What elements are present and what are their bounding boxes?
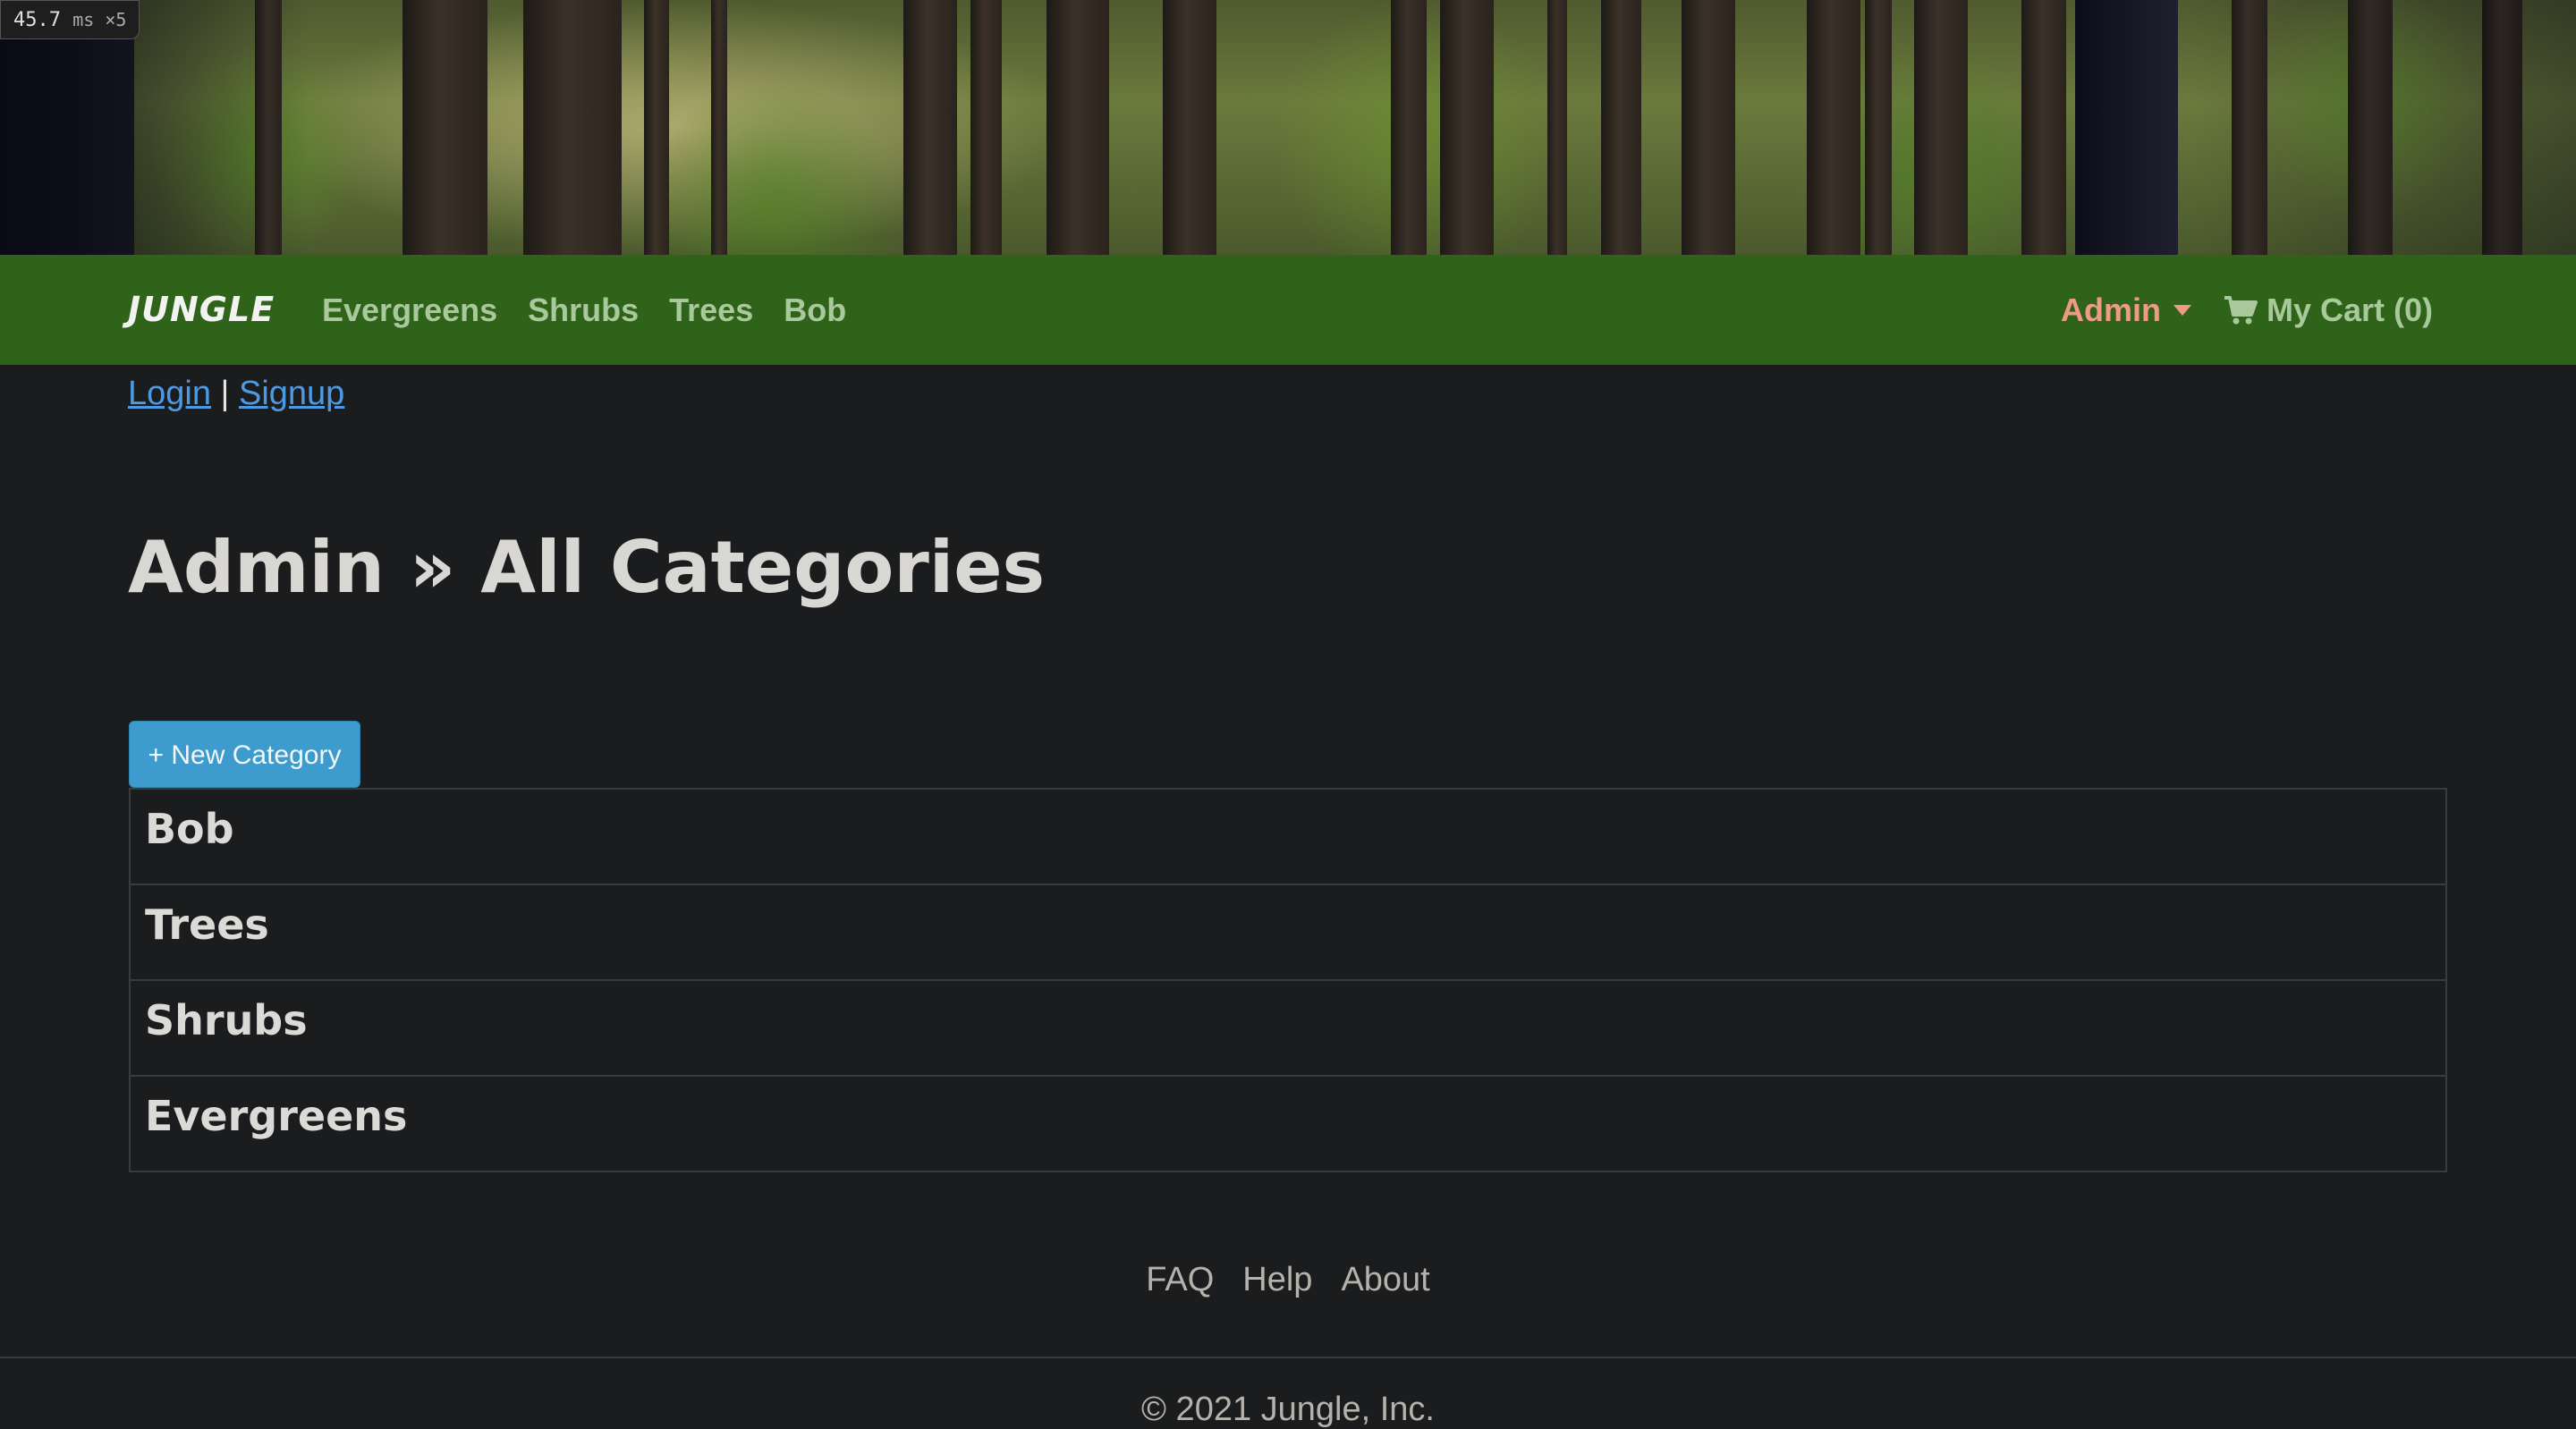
footer-link-about[interactable]: About	[1341, 1261, 1429, 1299]
footer-link-help[interactable]: Help	[1242, 1261, 1312, 1299]
signup-link[interactable]: Signup	[239, 375, 344, 412]
login-link[interactable]: Login	[128, 375, 211, 412]
copyright-text: © 2021 Jungle, Inc.	[1141, 1391, 1435, 1428]
performance-readout: 45.7 ms ×5	[0, 0, 140, 39]
my-cart-link[interactable]: My Cart (0)	[2224, 292, 2433, 329]
shopping-cart-icon	[2224, 295, 2258, 324]
new-category-button[interactable]: + New Category	[129, 721, 360, 788]
nav-link-bob[interactable]: Bob	[784, 255, 846, 365]
table-row: Shrubs	[131, 979, 2445, 1075]
nav-link-shrubs[interactable]: Shrubs	[528, 255, 639, 365]
perf-unit: ms ×5	[72, 9, 127, 30]
my-cart-label: My Cart (0)	[2266, 291, 2433, 328]
brand-logo-link[interactable]: JUNGLE	[128, 255, 275, 365]
category-name-trees[interactable]: Trees	[145, 901, 269, 949]
nav-link-evergreens[interactable]: Evergreens	[322, 255, 497, 365]
caret-down-icon	[2173, 304, 2191, 316]
admin-dropdown[interactable]: Admin	[2061, 292, 2191, 329]
table-row: Bob	[131, 790, 2445, 884]
category-name-shrubs[interactable]: Shrubs	[145, 996, 308, 1044]
nav-right-group: Admin My Cart (0)	[2061, 255, 2433, 365]
table-row: Evergreens	[131, 1075, 2445, 1171]
category-name-evergreens[interactable]: Evergreens	[145, 1092, 407, 1140]
category-nav: Evergreens Shrubs Trees Bob	[322, 255, 846, 365]
category-name-bob[interactable]: Bob	[145, 805, 234, 853]
footer-link-faq[interactable]: FAQ	[1146, 1261, 1214, 1299]
admin-dropdown-label: Admin	[2060, 291, 2161, 328]
auth-links: Login | Signup	[128, 367, 344, 420]
perf-value: 45.7	[13, 9, 61, 31]
auth-separator: |	[220, 375, 230, 412]
nav-link-trees[interactable]: Trees	[669, 255, 753, 365]
categories-table: Bob Trees Shrubs Evergreens	[129, 788, 2447, 1172]
footer-links: FAQ Help About	[0, 1261, 2576, 1299]
footer-divider	[0, 1357, 2576, 1358]
top-navbar: JUNGLE Evergreens Shrubs Trees Bob Admin…	[0, 255, 2576, 365]
page-title: Admin » All Categories	[128, 526, 1046, 609]
table-row: Trees	[131, 884, 2445, 979]
hero-banner-image	[0, 0, 2576, 255]
